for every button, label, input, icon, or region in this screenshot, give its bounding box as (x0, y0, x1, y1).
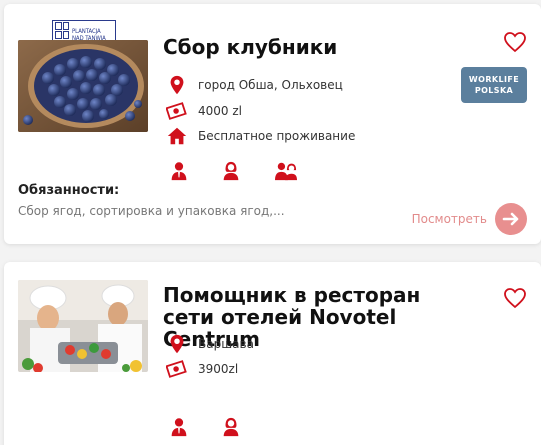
female-worker-icon (223, 417, 239, 437)
salary-text: 3900zl (198, 362, 239, 376)
female-worker-icon (223, 161, 239, 181)
view-label[interactable]: Посмотреть (412, 212, 487, 226)
job-title[interactable]: Сбор клубники (163, 36, 463, 58)
money-icon (166, 102, 187, 120)
male-worker-icon (171, 162, 187, 181)
job-card[interactable]: PLANTACJA NAD TANWIĄ Сбор клубники WORKL… (4, 4, 541, 244)
housing-row: Бесплатное проживание (166, 125, 355, 147)
badge-line-1: WORKLIFE (468, 75, 520, 84)
salary-row: 3900zl (166, 358, 238, 380)
logo-line-1: PLANTACJA (72, 28, 101, 35)
view-circle[interactable] (495, 203, 527, 235)
location-row: город Обша, Ольховец (166, 74, 343, 96)
heart-icon[interactable] (503, 286, 527, 310)
location-pin-icon (170, 334, 184, 354)
arrow-right-icon (502, 212, 519, 226)
location-pin-icon (170, 75, 184, 95)
job-card[interactable]: Помощник в ресторан сети отелей Novotel … (4, 262, 541, 445)
money-icon (166, 360, 187, 378)
salary-row: 4000 zl (166, 100, 242, 122)
job-photo[interactable] (18, 280, 148, 372)
male-worker-icon (171, 418, 187, 437)
heart-icon[interactable] (503, 30, 527, 54)
duties-label: Обязанности: (18, 183, 120, 198)
agency-badge: WORKLIFE POLSKA (461, 67, 527, 103)
couple-icon (275, 162, 297, 181)
badge-line-2: POLSKA (474, 86, 514, 95)
job-photo[interactable] (18, 40, 148, 132)
home-icon (167, 127, 187, 145)
location-row: Варшава (166, 333, 254, 355)
housing-text: Бесплатное проживание (198, 129, 356, 143)
location-text: город Обша, Ольховец (198, 78, 343, 92)
location-text: Варшава (198, 337, 254, 351)
salary-text: 4000 zl (198, 104, 242, 118)
duties-text: Сбор ягод, сортировка и упаковка ягод,..… (18, 204, 285, 218)
view-button[interactable]: Посмотреть (412, 203, 527, 235)
